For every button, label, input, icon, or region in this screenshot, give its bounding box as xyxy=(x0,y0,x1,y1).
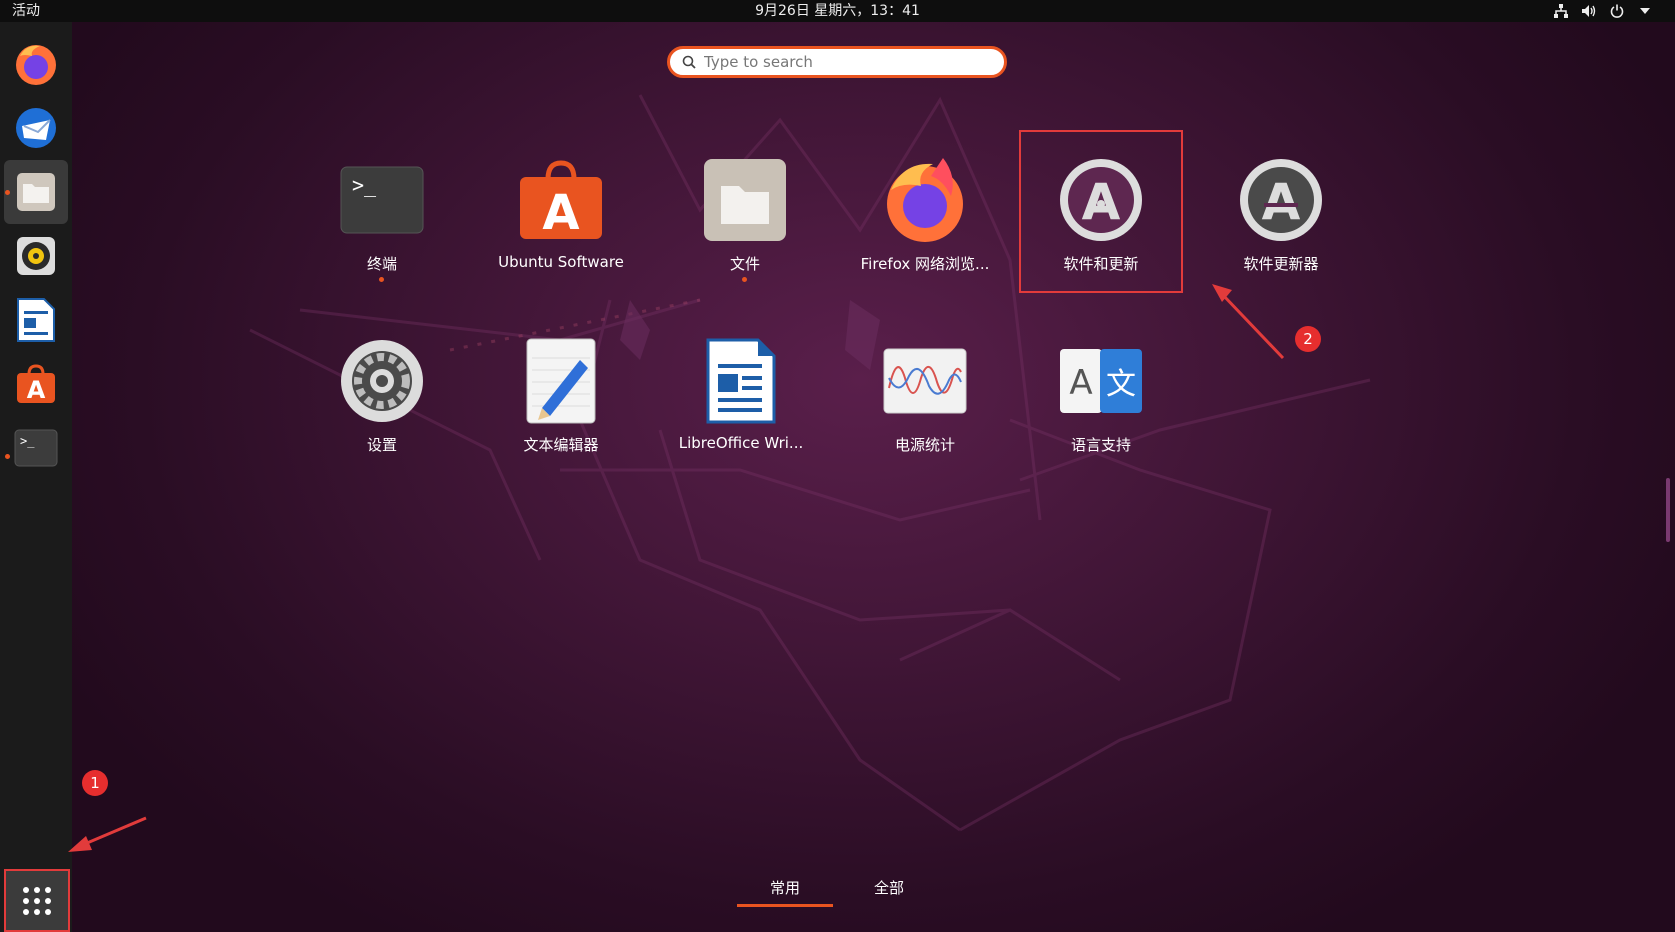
annotation-badge-1: 1 xyxy=(82,770,108,796)
tab-frequent[interactable]: 常用 xyxy=(737,876,833,907)
annotation-badge-2: 2 xyxy=(1295,326,1321,352)
arrow-to-software-updates xyxy=(1212,284,1285,360)
annotation-arrows xyxy=(68,284,1285,852)
tab-all[interactable]: 全部 xyxy=(841,876,937,904)
page-indicator[interactable] xyxy=(1666,478,1670,542)
app-view-tabs: 常用 全部 xyxy=(737,876,937,908)
arrow-to-show-apps xyxy=(68,816,147,852)
